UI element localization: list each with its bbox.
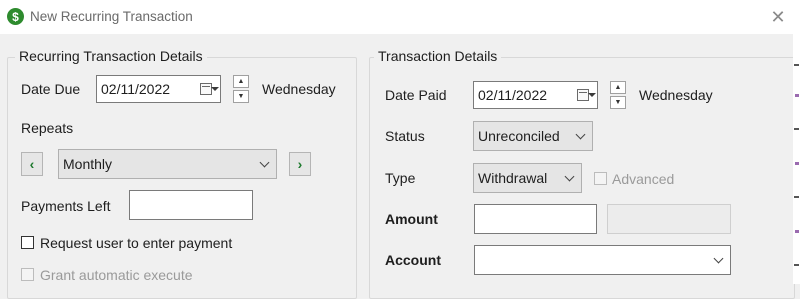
date-paid-label: Date Paid: [385, 87, 447, 103]
spin-down-icon[interactable]: ▼: [610, 96, 626, 109]
date-paid-picker[interactable]: 02/11/2022: [473, 81, 598, 109]
request-user-label[interactable]: Request user to enter payment: [40, 235, 232, 251]
grant-auto-checkbox[interactable]: [21, 268, 34, 281]
close-icon: ✕: [770, 6, 786, 27]
transaction-details-title: Transaction Details: [374, 48, 502, 64]
status-value: Unreconciled: [478, 128, 560, 144]
repeats-value: Monthly: [63, 156, 113, 172]
repeats-next-button[interactable]: ›: [289, 152, 311, 176]
date-due-spinner[interactable]: ▲ ▼: [233, 75, 249, 103]
account-label: Account: [385, 252, 441, 268]
date-paid-weekday: Wednesday: [639, 87, 713, 103]
date-due-label: Date Due: [21, 81, 81, 97]
repeats-label: Repeats: [21, 120, 74, 136]
recurring-details-title: Recurring Transaction Details: [15, 48, 207, 64]
chevron-down-icon: [259, 157, 270, 168]
spin-up-icon[interactable]: ▲: [610, 81, 626, 94]
window-title: New Recurring Transaction: [30, 9, 193, 24]
date-due-picker[interactable]: 02/11/2022: [96, 75, 221, 103]
status-dropdown[interactable]: Unreconciled: [473, 121, 593, 151]
type-value: Withdrawal: [478, 170, 548, 186]
account-dropdown[interactable]: [474, 245, 731, 275]
spin-down-icon[interactable]: ▼: [233, 90, 249, 103]
type-label: Type: [385, 170, 416, 186]
advanced-label[interactable]: Advanced: [612, 171, 674, 187]
payments-left-input[interactable]: [129, 190, 253, 220]
repeats-dropdown[interactable]: Monthly: [58, 149, 277, 179]
dollar-icon: $: [7, 8, 24, 25]
amount-input[interactable]: [474, 204, 597, 234]
repeats-prev-button[interactable]: ‹: [21, 152, 43, 176]
dropdown-caret-icon: [588, 93, 596, 97]
grant-auto-label[interactable]: Grant automatic execute: [40, 267, 193, 283]
title-bar: $ New Recurring Transaction ✕: [0, 0, 800, 34]
background-window-edge: [793, 34, 800, 284]
date-due-value: 02/11/2022: [101, 81, 171, 97]
date-paid-value: 02/11/2022: [478, 87, 548, 103]
spin-up-icon[interactable]: ▲: [233, 75, 249, 88]
dropdown-caret-icon: [211, 87, 219, 91]
chevron-left-icon: ‹: [29, 156, 35, 172]
date-due-weekday: Wednesday: [262, 81, 336, 97]
advanced-checkbox[interactable]: [594, 172, 607, 185]
chevron-right-icon: ›: [297, 156, 303, 172]
chevron-down-icon: [575, 129, 586, 140]
close-button[interactable]: ✕: [764, 4, 792, 30]
amount-secondary-field: [607, 204, 731, 234]
type-dropdown[interactable]: Withdrawal: [473, 163, 582, 193]
chevron-down-icon: [713, 253, 724, 264]
status-label: Status: [385, 128, 425, 144]
amount-label: Amount: [385, 211, 438, 227]
payments-left-label: Payments Left: [21, 198, 111, 214]
date-paid-spinner[interactable]: ▲ ▼: [610, 81, 626, 109]
request-user-checkbox[interactable]: [21, 236, 34, 249]
chevron-down-icon: [564, 171, 575, 182]
